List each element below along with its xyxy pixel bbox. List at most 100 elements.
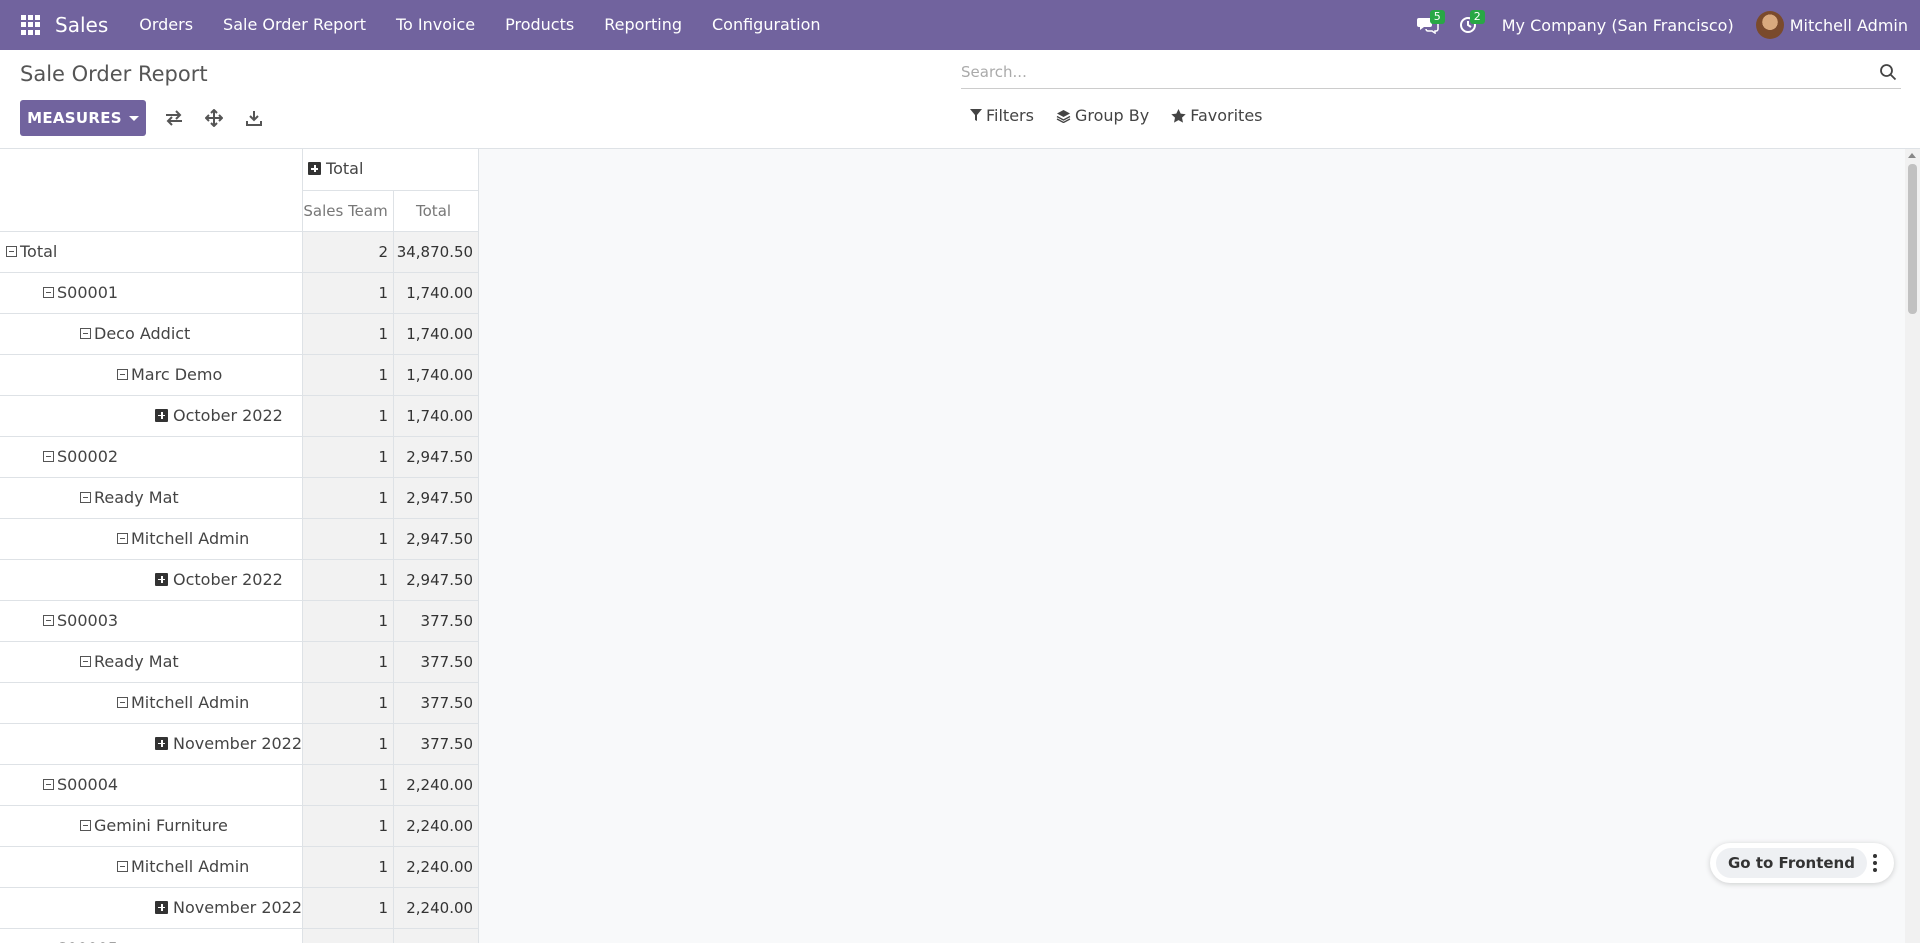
pivot-row-header[interactable]: Deco Addict <box>0 313 304 355</box>
messages-button[interactable]: 5 <box>1408 0 1448 50</box>
pivot-row-header[interactable]: Mitchell Admin <box>0 846 304 888</box>
cell-sales-team-count[interactable]: 1 <box>302 477 395 519</box>
cell-sales-team-count[interactable]: 1 <box>302 518 395 560</box>
collapse-minus-icon <box>117 697 128 708</box>
cell-total[interactable]: 2,947.50 <box>393 518 480 560</box>
pivot-row-header[interactable]: October 2022 <box>0 395 304 437</box>
cell-total[interactable]: 1,740.00 <box>393 313 480 355</box>
pivot-row-header[interactable]: S00002 <box>0 436 304 478</box>
cell-total[interactable]: 2,947.50 <box>393 559 480 601</box>
avatar <box>1755 11 1784 39</box>
cell-total[interactable]: 2,240.00 <box>393 805 480 847</box>
scroll-thumb[interactable] <box>1908 164 1917 314</box>
cell-sales-team-count[interactable]: 1 <box>302 600 395 642</box>
systray: 5 2 My Company (San Francisco) Mitchell … <box>1408 0 1920 50</box>
cell-total[interactable]: 2,947.50 <box>393 436 480 478</box>
cell-total[interactable]: 2,947.50 <box>393 477 480 519</box>
search-input[interactable] <box>961 57 1861 87</box>
pivot-row-header[interactable]: Ready Mat <box>0 477 304 519</box>
pivot-table: Total Sales Team Total Total 2 34,870.50 S0… <box>0 149 480 943</box>
menu-orders[interactable]: Orders <box>124 0 208 50</box>
menu-reporting[interactable]: Reporting <box>589 0 697 50</box>
flip-axis-button[interactable] <box>160 104 188 132</box>
cell-sales-team-count[interactable]: 1 <box>302 436 395 478</box>
app-menu-icon[interactable] <box>21 15 41 35</box>
go-to-frontend-button[interactable]: Go to Frontend <box>1716 848 1867 878</box>
group-by-button[interactable]: Group By <box>1056 106 1149 125</box>
cell-total[interactable]: 377.50 <box>393 600 480 642</box>
more-options-icon[interactable] <box>1868 851 1882 875</box>
favorites-button[interactable]: Favorites <box>1171 106 1263 125</box>
activities-button[interactable]: 2 <box>1448 0 1488 50</box>
pivot-row-header[interactable]: Total <box>0 231 304 273</box>
arrows-icon <box>205 109 223 127</box>
collapse-minus-icon <box>43 779 54 790</box>
cell-sales-team-count[interactable]: 1 <box>302 354 395 396</box>
filter-icon <box>970 109 982 121</box>
pivot-row: Ready Mat 1 2,947.50 <box>0 477 480 519</box>
pivot-row-header[interactable]: October 2022 <box>0 559 304 601</box>
cell-sales-team-count[interactable]: 1 <box>302 559 395 601</box>
row-label: S00003 <box>57 611 119 630</box>
measure-header-total[interactable]: Total <box>393 190 480 232</box>
filters-button[interactable]: Filters <box>970 106 1034 125</box>
pivot-row-header[interactable]: November 2022 <box>0 723 304 765</box>
cell-total[interactable]: 2,240.00 <box>393 846 480 888</box>
pivot-row: S00004 1 2,240.00 <box>0 764 480 806</box>
pivot-row-header[interactable]: Mitchell Admin <box>0 518 304 560</box>
user-menu[interactable]: Mitchell Admin <box>1748 11 1920 39</box>
expand-all-button[interactable] <box>200 104 228 132</box>
pivot-row-header[interactable]: Mitchell Admin <box>0 682 304 724</box>
cell-sales-team-count[interactable]: 1 <box>302 682 395 724</box>
cell-total[interactable]: 2,240.00 <box>393 764 480 806</box>
cell-total[interactable]: 405.00 <box>393 928 480 943</box>
download-button[interactable] <box>240 104 268 132</box>
menu-to-invoice[interactable]: To Invoice <box>381 0 490 50</box>
menu-products[interactable]: Products <box>490 0 589 50</box>
pivot-row-header[interactable]: Marc Demo <box>0 354 304 396</box>
col-header-total[interactable]: Total <box>302 149 480 191</box>
cell-total[interactable]: 377.50 <box>393 682 480 724</box>
pivot-row-header[interactable]: Gemini Furniture <box>0 805 304 847</box>
vertical-scrollbar[interactable] <box>1905 149 1920 943</box>
cell-sales-team-count[interactable]: 1 <box>302 805 395 847</box>
cell-sales-team-count[interactable]: 1 <box>302 764 395 806</box>
cell-total[interactable]: 1,740.00 <box>393 272 480 314</box>
scroll-up-arrow[interactable] <box>1908 153 1916 158</box>
pivot-row-header[interactable]: S00005 <box>0 928 304 943</box>
cell-sales-team-count[interactable]: 1 <box>302 272 395 314</box>
measure-header-sales-team[interactable]: Sales Team <box>302 190 395 232</box>
cell-total[interactable]: 2,240.00 <box>393 887 480 929</box>
caret-down-icon <box>128 115 139 121</box>
pivot-row-header[interactable]: Ready Mat <box>0 641 304 683</box>
pivot-row-header[interactable]: S00001 <box>0 272 304 314</box>
cell-total[interactable]: 377.50 <box>393 641 480 683</box>
pivot-row-header[interactable]: November 2022 <box>0 887 304 929</box>
menu-configuration[interactable]: Configuration <box>697 0 836 50</box>
measures-button[interactable]: MEASURES <box>20 100 146 136</box>
cell-total[interactable]: 377.50 <box>393 723 480 765</box>
cell-sales-team-count[interactable]: 1 <box>302 887 395 929</box>
cell-total[interactable]: 34,870.50 <box>393 231 480 273</box>
cell-total[interactable]: 1,740.00 <box>393 395 480 437</box>
cell-sales-team-count[interactable]: 1 <box>302 641 395 683</box>
row-label: Deco Addict <box>94 324 191 343</box>
cell-sales-team-count[interactable]: 1 <box>302 846 395 888</box>
user-name: Mitchell Admin <box>1789 15 1908 35</box>
search-icon[interactable] <box>1879 63 1897 81</box>
pivot-row-header[interactable]: S00004 <box>0 764 304 806</box>
pivot-row-header[interactable]: S00003 <box>0 600 304 642</box>
cell-total[interactable]: 1,740.00 <box>393 354 480 396</box>
menu-sale-order-report[interactable]: Sale Order Report <box>208 0 381 50</box>
expand-plus-icon <box>155 736 168 750</box>
search-options: Filters Group By Favorites <box>970 106 1285 125</box>
cell-sales-team-count[interactable]: 2 <box>302 231 395 273</box>
collapse-minus-icon <box>80 656 91 667</box>
cell-sales-team-count[interactable]: 1 <box>302 723 395 765</box>
cell-sales-team-count[interactable]: 1 <box>302 313 395 355</box>
layers-icon <box>1056 109 1071 123</box>
company-switcher[interactable]: My Company (San Francisco) <box>1488 16 1748 35</box>
app-name[interactable]: Sales <box>55 13 108 37</box>
cell-sales-team-count[interactable]: 1 <box>302 395 395 437</box>
cell-sales-team-count[interactable]: 1 <box>302 928 395 943</box>
